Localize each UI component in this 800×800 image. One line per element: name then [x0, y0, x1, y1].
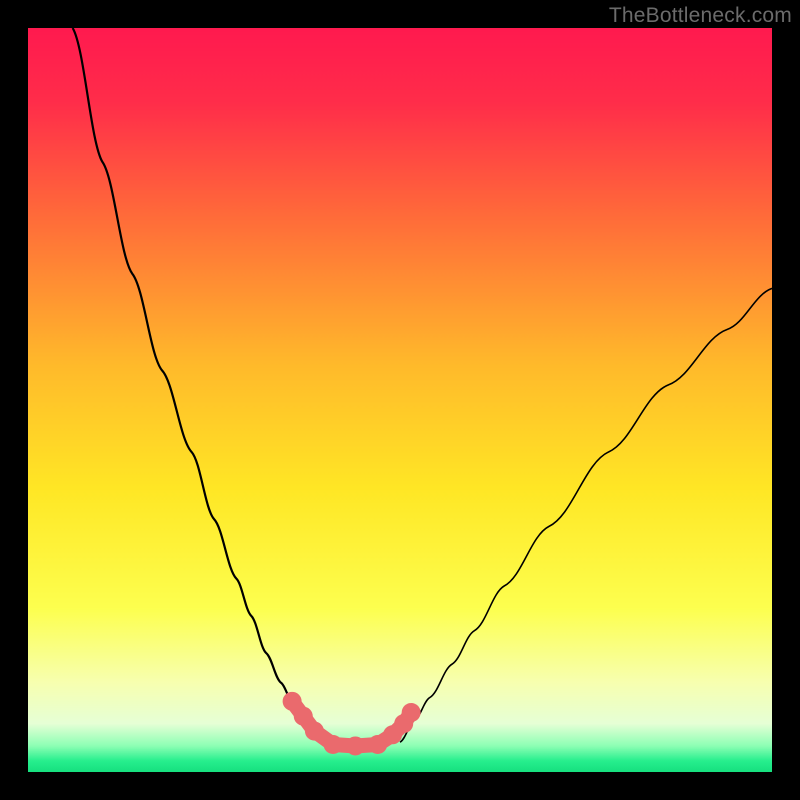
chart-svg — [28, 28, 772, 772]
valley-marker-dot — [402, 703, 421, 722]
left-curve-path — [73, 28, 326, 742]
valley-marker-dot — [324, 735, 343, 754]
plot-frame — [28, 28, 772, 772]
valley-marker-dot — [305, 722, 324, 741]
valley-marker-dot — [346, 736, 365, 755]
watermark-text: TheBottleneck.com — [609, 4, 792, 28]
valley-marker-dots — [283, 692, 421, 756]
right-curve-path — [400, 288, 772, 742]
